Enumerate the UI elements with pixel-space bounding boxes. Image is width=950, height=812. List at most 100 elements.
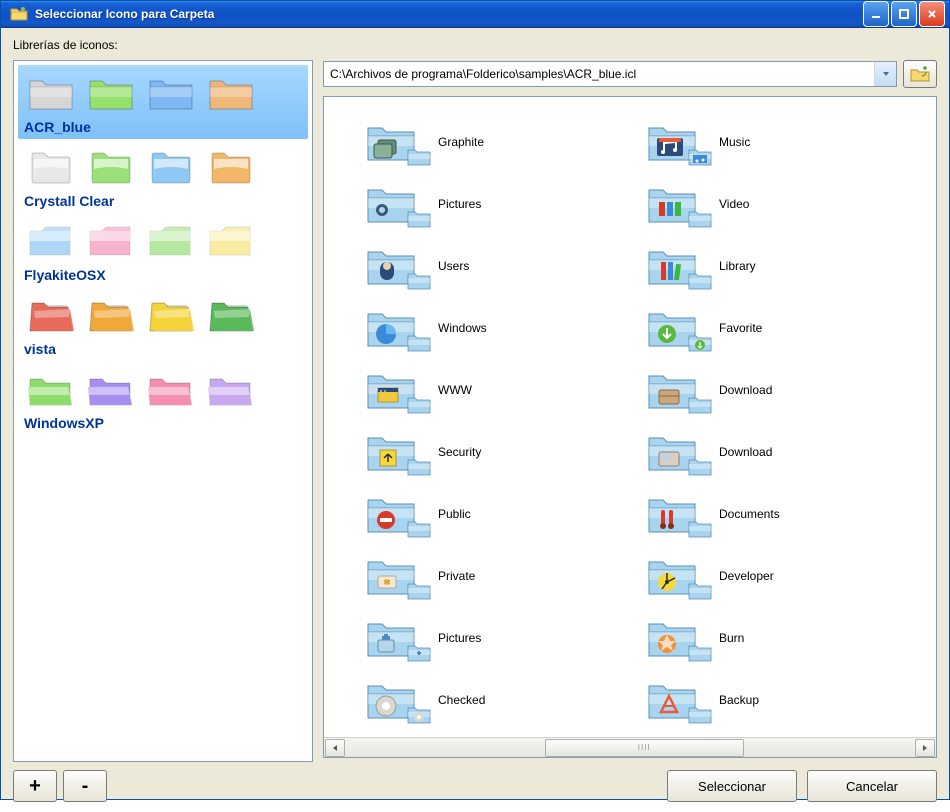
folder-icon-item[interactable]: Windows <box>364 297 645 359</box>
folder-icon-item[interactable]: WWW <box>364 359 645 421</box>
library-item[interactable]: ACR_blue <box>18 65 308 139</box>
folder-icon-label: Backup <box>719 693 759 707</box>
folder-icon-item[interactable]: Checked <box>364 669 645 731</box>
folder-mini-icon <box>687 330 713 354</box>
cancel-button[interactable]: Cancelar <box>807 770 937 802</box>
right-column: C:\Archivos de programa\Folderico\sample… <box>323 60 937 802</box>
folder-mini-icon <box>406 516 432 540</box>
folder-mini-icon <box>687 206 713 230</box>
folder-icon-item[interactable]: Pictures <box>364 607 645 669</box>
folder-thumbnail-icon <box>204 293 258 337</box>
folder-mini-icon <box>406 702 432 726</box>
folder-icon-label: Security <box>438 445 481 459</box>
folder-thumbnail-icon <box>204 145 258 189</box>
folder-icon-item[interactable]: Users <box>364 235 645 297</box>
path-text: C:\Archivos de programa\Folderico\sample… <box>324 67 874 81</box>
folder-icon-item[interactable]: Download <box>645 359 926 421</box>
left-column: ACR_blueCrystall Clear FlyakiteOSX vista Wi… <box>13 60 313 802</box>
folder-mini-icon <box>687 144 713 168</box>
browse-button[interactable] <box>903 60 937 88</box>
folder-icon-item[interactable]: Graphite <box>364 111 645 173</box>
horizontal-scrollbar[interactable]: IIII <box>324 737 936 757</box>
folder-icon <box>364 552 418 600</box>
folder-icon-item[interactable]: Library <box>645 235 926 297</box>
folder-icon <box>364 118 418 166</box>
folder-icon <box>364 614 418 662</box>
folder-icon-item[interactable]: Public <box>364 483 645 545</box>
titlebar[interactable]: Seleccionar Icono para Carpeta <box>1 1 949 28</box>
select-button[interactable]: Seleccionar <box>667 770 797 802</box>
folder-icon-label: Favorite <box>719 321 762 335</box>
scroll-left-arrow[interactable] <box>325 739 345 757</box>
dialog-body: Librerías de iconos: ACR_blueCrystall Cl… <box>1 28 949 812</box>
scroll-right-arrow[interactable] <box>915 739 935 757</box>
main-row: ACR_blueCrystall Clear FlyakiteOSX vista Wi… <box>13 60 937 802</box>
folder-thumbnail-icon <box>24 367 78 411</box>
folder-thumbnail-icon <box>84 293 138 337</box>
folder-thumbnail-icon <box>24 71 78 115</box>
library-item[interactable]: vista <box>18 287 308 361</box>
library-item[interactable]: WindowsXP <box>18 361 308 435</box>
folder-icon-label: Download <box>719 383 772 397</box>
folder-icon <box>645 676 699 724</box>
folder-icon-item[interactable]: Developer <box>645 545 926 607</box>
folder-icon-item[interactable]: Documents <box>645 483 926 545</box>
folder-icon-item[interactable]: Private <box>364 545 645 607</box>
folder-icon-label: Burn <box>719 631 744 645</box>
app-icon <box>9 4 29 24</box>
folder-thumbnail-icon <box>204 71 258 115</box>
library-list[interactable]: ACR_blueCrystall Clear FlyakiteOSX vista Wi… <box>13 60 313 762</box>
folder-icon <box>645 242 699 290</box>
folder-mini-icon <box>406 268 432 292</box>
path-combobox[interactable]: C:\Archivos de programa\Folderico\sample… <box>323 61 897 87</box>
folder-icon-label: Windows <box>438 321 487 335</box>
folder-icon-item[interactable]: Backup <box>645 669 926 731</box>
minimize-button[interactable] <box>863 1 889 27</box>
folder-icon <box>364 676 418 724</box>
folder-icon <box>645 366 699 414</box>
folder-icon-label: Download <box>719 445 772 459</box>
folder-mini-icon <box>406 206 432 230</box>
folder-mini-icon <box>687 702 713 726</box>
folder-icon-label: Users <box>438 259 469 273</box>
folder-thumbnail-icon <box>144 367 198 411</box>
folder-icon-label: Pictures <box>438 631 481 645</box>
folder-icon-item[interactable]: Security <box>364 421 645 483</box>
folder-icon-item[interactable]: Download <box>645 421 926 483</box>
folder-icon-item[interactable]: Favorite <box>645 297 926 359</box>
folder-mini-icon <box>406 144 432 168</box>
library-item[interactable]: FlyakiteOSX <box>18 213 308 287</box>
close-button[interactable] <box>919 1 945 27</box>
folder-icon <box>645 552 699 600</box>
folder-icon-label: Music <box>719 135 750 149</box>
folder-icon <box>364 304 418 352</box>
folder-thumbnail-icon <box>24 293 78 337</box>
folder-icon-item[interactable]: Video <box>645 173 926 235</box>
folder-icon <box>364 366 418 414</box>
folder-thumbnail-icon <box>144 293 198 337</box>
scroll-track[interactable]: IIII <box>346 739 914 757</box>
folder-mini-icon <box>406 578 432 602</box>
folder-mini-icon <box>687 268 713 292</box>
add-library-button[interactable]: + <box>13 770 57 802</box>
folder-icon <box>645 180 699 228</box>
maximize-button[interactable] <box>891 1 917 27</box>
folder-icon-label: Public <box>438 507 471 521</box>
path-row: C:\Archivos de programa\Folderico\sample… <box>323 60 937 88</box>
library-name: FlyakiteOSX <box>20 265 306 287</box>
folder-icon-label: Library <box>719 259 756 273</box>
scroll-thumb[interactable]: IIII <box>545 739 744 757</box>
path-dropdown-arrow[interactable] <box>874 62 896 86</box>
library-item[interactable]: Crystall Clear <box>18 139 308 213</box>
folder-icon <box>645 614 699 662</box>
remove-library-button[interactable]: - <box>63 770 107 802</box>
folder-icon-label: Pictures <box>438 197 481 211</box>
icon-grid[interactable]: Graphite Music Pictures Video Users Library Wi… <box>324 97 936 737</box>
folder-icon-item[interactable]: Pictures <box>364 173 645 235</box>
folder-icon-item[interactable]: Burn <box>645 607 926 669</box>
folder-icon-item[interactable]: Music <box>645 111 926 173</box>
library-name: vista <box>20 339 306 361</box>
folder-thumbnail-icon <box>24 145 78 189</box>
library-name: WindowsXP <box>20 413 306 435</box>
folder-icon-label: WWW <box>438 383 472 397</box>
